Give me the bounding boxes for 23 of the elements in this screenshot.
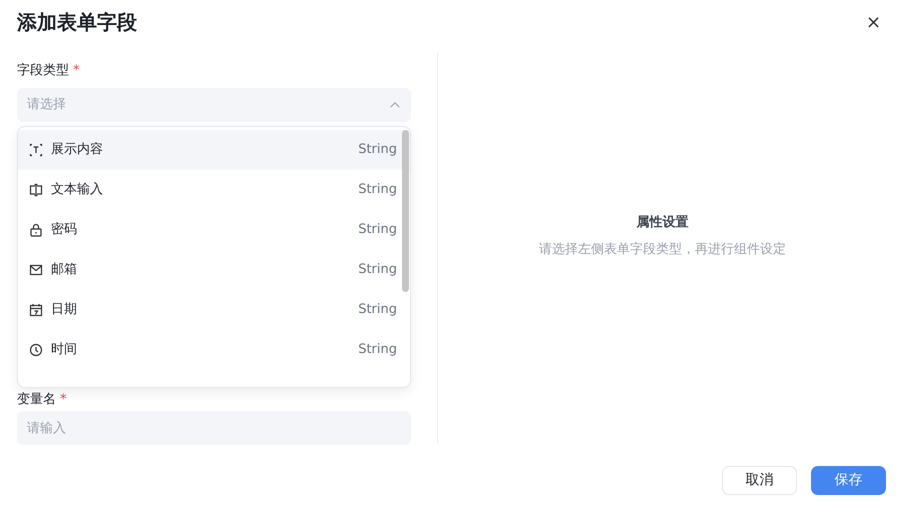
dropdown-option[interactable]: 密码 String [18, 210, 410, 250]
cancel-button[interactable]: 取消 [722, 466, 797, 495]
save-button[interactable]: 保存 [811, 466, 886, 495]
dropdown-option[interactable]: 文本输入 String [18, 170, 410, 210]
envelope-icon [29, 263, 43, 277]
input-field[interactable]: 请输入 [17, 411, 411, 445]
dropdown-option[interactable]: 展示内容 String [18, 130, 410, 170]
dialog-title: 添加表单字段 [17, 10, 137, 34]
clock-icon [29, 343, 43, 357]
dropdown-option[interactable]: 邮箱 String [18, 250, 410, 290]
field-label: 变量名 [17, 390, 56, 408]
required-mark: * [60, 390, 66, 408]
required-mark: * [73, 62, 80, 80]
lock-icon [29, 223, 43, 237]
text-cursor-icon [29, 183, 43, 197]
close-button[interactable]: × [864, 12, 884, 34]
panel-hint: 请选择左侧表单字段类型，再进行组件设定 [539, 241, 786, 259]
panel-title: 属性设置 [636, 214, 688, 232]
field-label: 字段类型 [17, 62, 69, 80]
text-icon [29, 143, 43, 157]
calendar-icon [29, 303, 43, 317]
dropdown-option[interactable]: 日期 String [18, 290, 410, 330]
dropdown-option[interactable]: 时间 String [18, 330, 410, 370]
